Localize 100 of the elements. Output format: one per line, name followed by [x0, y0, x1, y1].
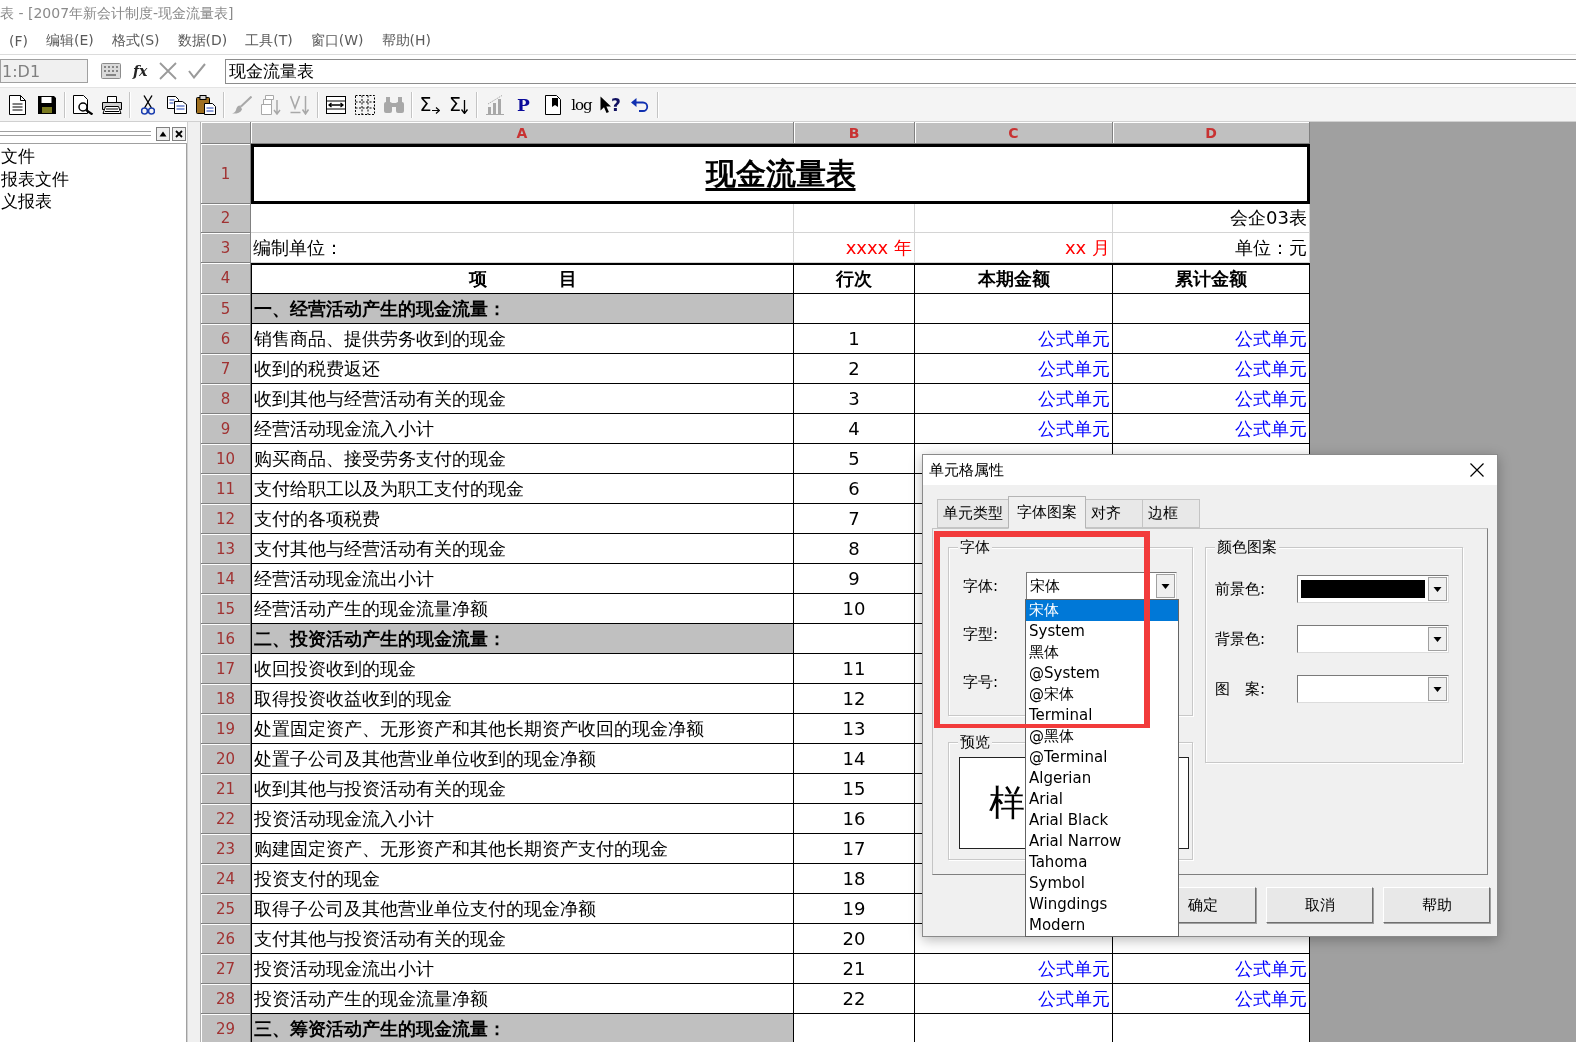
tab[interactable]: 单元类型 — [937, 499, 1009, 528]
row-header[interactable]: 29 — [201, 1014, 251, 1042]
list-item[interactable]: Tahoma — [1026, 855, 1178, 870]
document-bookmark-icon[interactable] — [544, 94, 561, 115]
row-header[interactable]: 28 — [201, 984, 251, 1014]
color-select[interactable] — [1297, 675, 1449, 703]
list-item[interactable]: Algerian — [1026, 771, 1178, 786]
row-header[interactable]: 19 — [201, 714, 251, 744]
table-cell: 17 — [794, 834, 915, 864]
toolbar-button[interactable]: P — [509, 89, 538, 120]
menu-item[interactable]: 工具(T) — [236, 29, 302, 53]
row-header[interactable]: 21 — [201, 774, 251, 804]
table-cell: 16 — [794, 804, 915, 834]
menu-item[interactable]: 编辑(E) — [37, 29, 103, 53]
help-button[interactable]: ? — [596, 89, 625, 120]
row-header[interactable]: 26 — [201, 924, 251, 954]
arrow-down-icon — [461, 99, 468, 114]
table-cell: 收回投资收到的现金 — [251, 654, 794, 684]
row-header[interactable]: 13 — [201, 534, 251, 564]
row-header[interactable]: 1 — [201, 144, 251, 204]
table-cell: 支付其他与投资活动有关的现金 — [251, 924, 794, 954]
list-item[interactable]: @黑体 — [1026, 729, 1178, 744]
list-item[interactable]: @宋体 — [1026, 687, 1178, 702]
sum-button[interactable]: Σ — [415, 89, 444, 120]
toolbar-button[interactable]: log — [567, 89, 596, 120]
undo-icon[interactable] — [630, 97, 649, 112]
tab[interactable]: 字体图案 — [1008, 496, 1086, 529]
list-item[interactable]: System — [1026, 624, 1178, 639]
close-icon[interactable] — [1470, 463, 1484, 477]
menu-item[interactable]: 窗口(W) — [301, 29, 373, 53]
list-item[interactable]: @Terminal — [1026, 750, 1178, 765]
row-header[interactable]: 22 — [201, 804, 251, 834]
row-header[interactable]: 6 — [201, 324, 251, 354]
tab[interactable]: 边框 — [1142, 499, 1200, 528]
cross-icon[interactable] — [159, 62, 178, 80]
scissors-icon[interactable] — [140, 94, 155, 115]
row-header[interactable]: 4 — [201, 263, 251, 294]
row-header[interactable]: 9 — [201, 414, 251, 444]
row-header[interactable]: 10 — [201, 444, 251, 474]
caret-icon[interactable] — [1428, 677, 1447, 701]
row-header[interactable]: 7 — [201, 354, 251, 384]
list-item[interactable]: Arial Black — [1026, 813, 1178, 828]
color-select[interactable] — [1297, 625, 1449, 653]
keyboard-icon[interactable] — [101, 63, 121, 79]
row-header[interactable]: 15 — [201, 594, 251, 624]
font-select[interactable]: 宋体 — [1026, 572, 1177, 600]
list-item[interactable]: Arial Narrow — [1026, 834, 1178, 849]
table-cell: 公式单元 — [1113, 414, 1310, 444]
list-item[interactable]: 黑体 — [1026, 645, 1178, 660]
row-header[interactable]: 3 — [201, 233, 251, 263]
list-item[interactable]: 宋体 — [1026, 600, 1178, 621]
list-item[interactable]: Terminal — [1026, 708, 1178, 723]
row-header[interactable]: 2 — [201, 204, 251, 233]
row-header[interactable]: 5 — [201, 294, 251, 324]
list-item[interactable]: Arial — [1026, 792, 1178, 807]
dialog-button[interactable]: 取消 — [1266, 887, 1373, 923]
close-icon[interactable] — [172, 126, 186, 141]
row-header[interactable]: 11 — [201, 474, 251, 504]
row-header[interactable]: 16 — [201, 624, 251, 654]
list-item[interactable]: @System — [1026, 666, 1178, 681]
caret-icon[interactable] — [1156, 574, 1175, 598]
clipboard-icon[interactable] — [195, 94, 216, 115]
menu-item[interactable]: 格式(S) — [102, 29, 169, 53]
table-cell: 19 — [794, 894, 915, 924]
row-header[interactable]: 24 — [201, 864, 251, 894]
caret-icon[interactable] — [1428, 627, 1447, 651]
tree-item[interactable]: 报表文件 — [0, 167, 69, 190]
select-all-button[interactable] — [201, 122, 251, 144]
row-header[interactable]: 17 — [201, 654, 251, 684]
table-arrows-icon[interactable] — [325, 95, 346, 114]
row-header[interactable]: 27 — [201, 954, 251, 984]
caret-icon[interactable] — [1428, 577, 1447, 601]
row-header[interactable]: 25 — [201, 894, 251, 924]
tree-item[interactable]: 文件 — [0, 145, 35, 168]
table-cell: 21 — [794, 954, 915, 984]
row-header[interactable]: 23 — [201, 834, 251, 864]
menu-item[interactable]: 数据(D) — [168, 29, 237, 53]
table-cell: 购建固定资产、无形资产和其他长期资产支付的现金 — [251, 834, 794, 864]
color-select[interactable] — [1297, 575, 1449, 603]
row-header[interactable]: 20 — [201, 744, 251, 774]
table-cell: 处置子公司及其他营业单位收到的现金净额 — [251, 744, 794, 774]
dotted-grid-icon[interactable] — [354, 94, 375, 115]
row-header[interactable]: 12 — [201, 504, 251, 534]
printer-icon[interactable] — [101, 95, 122, 114]
function-button[interactable]: fx — [132, 63, 149, 79]
tree-item[interactable]: 义报表 — [0, 190, 52, 213]
page-magnifier-icon[interactable] — [72, 94, 93, 115]
page-icon[interactable] — [9, 94, 26, 115]
copy-icon[interactable] — [166, 95, 187, 114]
sum-button[interactable]: Σ — [444, 89, 473, 120]
row-header[interactable]: 18 — [201, 684, 251, 714]
check-icon[interactable] — [188, 63, 207, 79]
row-header[interactable]: 14 — [201, 564, 251, 594]
dialog-button[interactable]: 帮助 — [1383, 887, 1490, 923]
menu-item[interactable]: 帮助(H) — [372, 29, 440, 53]
tab[interactable]: 对齐 — [1085, 499, 1143, 528]
row-header[interactable]: 8 — [201, 384, 251, 414]
triangle-up-icon[interactable] — [156, 126, 170, 141]
formula-field[interactable]: 现金流量表 — [225, 58, 1576, 84]
menu-item[interactable]: (F) — [0, 30, 37, 52]
